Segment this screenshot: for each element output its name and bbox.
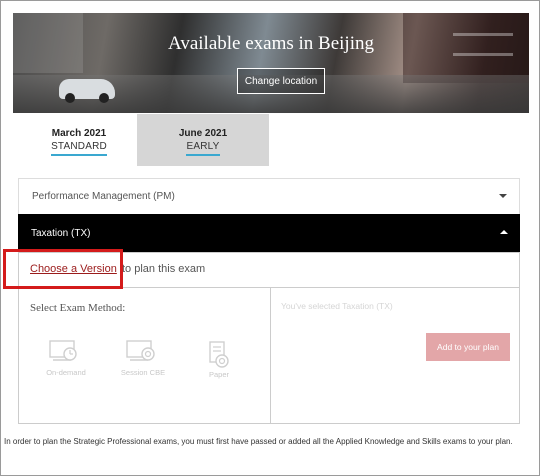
on-demand-icon bbox=[49, 340, 77, 361]
method-label: Session CBE bbox=[120, 368, 166, 377]
annotation-highlight-box bbox=[3, 249, 123, 289]
method-label: On-demand bbox=[46, 368, 86, 377]
exam-method-heading: Select Exam Method: bbox=[30, 302, 126, 314]
method-label: Paper bbox=[208, 370, 229, 379]
banner-car bbox=[59, 79, 115, 103]
paper-icon bbox=[209, 341, 229, 368]
tab-kind: EARLY bbox=[186, 141, 220, 156]
panel-divider bbox=[270, 287, 271, 423]
choose-version-hint: to plan this exam bbox=[122, 263, 206, 275]
selected-exam-text: You've selected Taxation (TX) bbox=[281, 301, 393, 311]
accordion-performance-management[interactable]: Performance Management (PM) bbox=[18, 178, 520, 214]
add-to-plan-button[interactable]: Add to your plan bbox=[426, 333, 510, 361]
page-title: Available exams in Beijing bbox=[168, 33, 374, 54]
accordion-taxation[interactable]: Taxation (TX) bbox=[18, 214, 520, 252]
prerequisite-note: In order to plan the Strategic Professio… bbox=[4, 437, 513, 446]
change-location-button[interactable]: Change location bbox=[237, 68, 325, 94]
chevron-up-icon bbox=[500, 230, 508, 234]
location-banner: Available exams in Beijing Change locati… bbox=[13, 13, 529, 113]
accordion-label: Performance Management (PM) bbox=[32, 191, 175, 202]
tab-march-2021[interactable]: March 2021 STANDARD bbox=[13, 114, 145, 166]
chevron-down-icon bbox=[499, 194, 507, 198]
tab-month: March 2021 bbox=[51, 128, 107, 139]
tab-june-2021[interactable]: June 2021 EARLY bbox=[137, 114, 269, 166]
method-on-demand[interactable]: On-demand bbox=[36, 340, 96, 377]
accordion-label: Taxation (TX) bbox=[31, 227, 91, 239]
tab-kind: STANDARD bbox=[51, 141, 107, 156]
method-session-cbe[interactable]: Session CBE bbox=[113, 340, 173, 377]
method-paper[interactable]: Paper bbox=[189, 340, 249, 379]
tab-month: June 2021 bbox=[178, 128, 228, 139]
session-cbe-icon bbox=[126, 340, 155, 361]
